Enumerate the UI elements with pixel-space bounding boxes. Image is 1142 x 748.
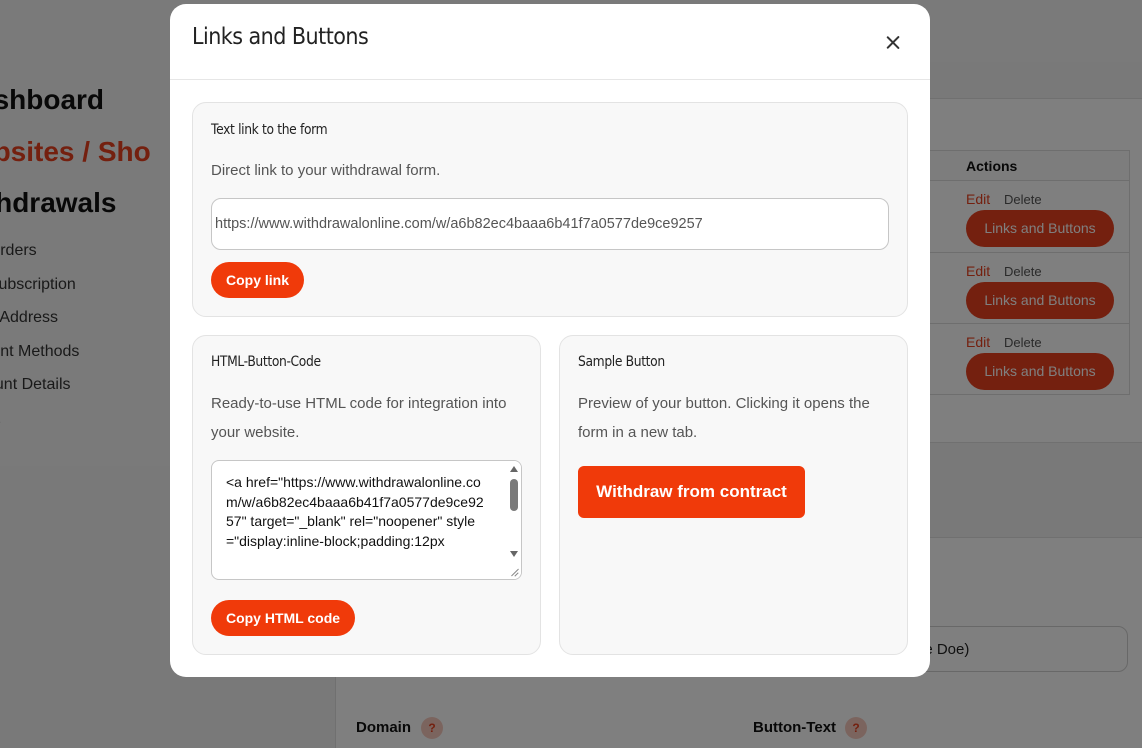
sample-button-card: Sample Button Preview of your button. Cl… [559,335,908,655]
withdraw-from-contract-button[interactable]: Withdraw from contract [578,466,805,518]
text-link-description: Direct link to your withdrawal form. [211,162,441,179]
modal-title: Links and Buttons [192,24,369,50]
code-scrollbar[interactable] [506,461,521,579]
resize-handle-icon[interactable] [508,565,520,577]
text-link-title: Text link to the form [211,122,328,138]
form-url-input[interactable] [211,198,889,250]
html-code-title: HTML-Button-Code [211,354,321,370]
close-icon[interactable] [882,32,904,54]
scroll-thumb[interactable] [510,479,518,511]
modal-header: Links and Buttons [170,4,930,80]
html-code-card: HTML-Button-Code Ready-to-use HTML code … [192,335,541,655]
html-code-textarea[interactable]: <a href="https://www.withdrawalonline.co… [211,460,522,580]
links-and-buttons-modal: Links and Buttons Text link to the form … [170,4,930,677]
html-code-text: <a href="https://www.withdrawalonline.co… [226,474,484,549]
text-link-card: Text link to the form Direct link to you… [192,102,908,317]
sample-button-description: Preview of your button. Clicking it open… [578,395,870,441]
copy-html-code-button[interactable]: Copy HTML code [211,600,355,636]
sample-button-title: Sample Button [578,354,665,370]
copy-link-button[interactable]: Copy link [211,262,304,298]
scroll-down-icon[interactable] [510,551,518,557]
html-code-description: Ready-to-use HTML code for integration i… [211,395,507,441]
scroll-up-icon[interactable] [510,466,518,472]
